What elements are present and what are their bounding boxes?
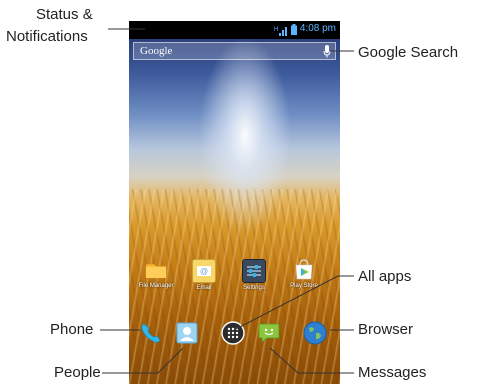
messages-icon	[258, 323, 280, 343]
settings-icon	[242, 259, 266, 283]
phone-screen: H 4:08 pm Google File Manager @ Email Se…	[129, 21, 340, 384]
callout-status-notifications-1: Status &	[36, 6, 93, 23]
dock-messages-button[interactable]	[257, 321, 281, 345]
dock-phone-button[interactable]	[139, 321, 163, 345]
status-time: 4:08 pm	[299, 23, 336, 34]
mic-icon[interactable]	[323, 45, 331, 58]
dock-browser-button[interactable]	[303, 321, 327, 345]
dock-all-apps-button[interactable]	[221, 321, 245, 345]
folder-icon	[145, 259, 167, 281]
callout-all-apps: All apps	[358, 268, 412, 285]
dock-people-button[interactable]	[175, 321, 199, 345]
app-file-manager[interactable]: File Manager	[131, 259, 181, 289]
signal-icon: H	[274, 27, 287, 36]
app-label: Settings	[243, 285, 265, 291]
network-type: H	[274, 27, 278, 33]
phone-icon	[141, 323, 161, 343]
callout-people: People	[54, 364, 101, 381]
google-search-label: Google	[140, 45, 173, 57]
callout-status-notifications-2: Notifications	[6, 28, 88, 45]
play-store-icon	[293, 259, 315, 281]
browser-icon	[303, 321, 327, 345]
callout-google-search: Google Search	[358, 44, 459, 61]
callout-phone: Phone	[50, 321, 94, 338]
people-icon	[176, 322, 198, 344]
app-email[interactable]: @ Email	[179, 259, 229, 291]
app-label: File Manager	[138, 283, 174, 289]
app-play-store[interactable]: Play Store	[279, 259, 329, 289]
all-apps-icon	[221, 321, 245, 345]
email-icon: @	[192, 259, 216, 283]
callout-browser: Browser	[358, 321, 414, 338]
battery-icon	[291, 24, 297, 35]
svg-text:@: @	[200, 267, 208, 276]
app-label: Email	[196, 285, 212, 291]
app-settings[interactable]: Settings	[229, 259, 279, 291]
status-bar[interactable]: H 4:08 pm	[129, 21, 340, 39]
app-label: Play Store	[290, 283, 318, 289]
google-search-bar[interactable]: Google	[133, 42, 336, 60]
callout-messages: Messages	[358, 364, 427, 381]
